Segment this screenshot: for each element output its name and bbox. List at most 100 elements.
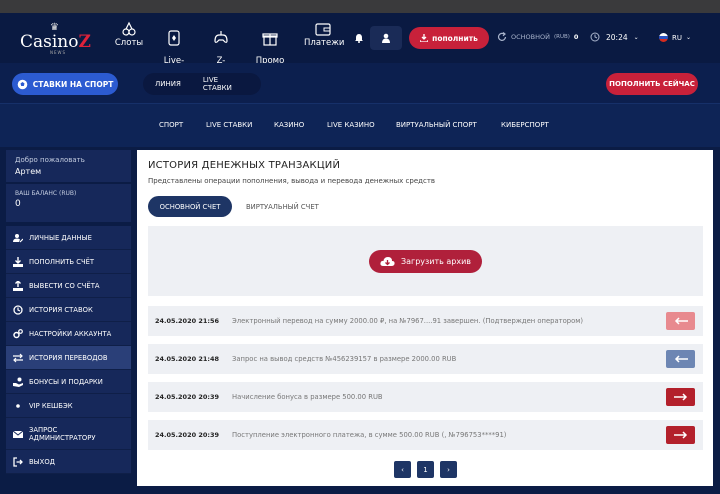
welcome-box: Добро пожаловать Артем [6,150,131,182]
hand-coins-icon [13,377,23,387]
archive-box: Загрузить архив [148,226,703,296]
bell-icon[interactable] [354,33,364,43]
arrow-left-icon [674,355,688,363]
table-row: 24.05.2020 20:39 Поступление электронног… [148,420,703,450]
transaction-direction-button[interactable] [666,388,695,406]
sidebar-balance-value: 0 [15,199,21,209]
logo-subtext: NEWS [50,50,67,55]
deposit-button-label: пополнить [432,33,478,43]
chevron-down-icon: ⌄ [686,34,692,41]
sports-betting-label: СТАВКИ НА СПОРТ [32,79,114,89]
history-icon [13,304,23,315]
gamepad-icon [214,31,228,43]
pagination-page-1[interactable]: 1 [417,461,434,478]
pagination-prev-button[interactable]: ‹ [394,461,411,478]
sidebar-item-label: ИСТОРИЯ СТАВОК [29,305,93,314]
sports-bar: СТАВКИ НА СПОРТ ЛИНИЯ LIVE СТАВКИ ПОПОЛН… [0,63,720,103]
tab-line[interactable]: ЛИНИЯ [155,80,181,88]
transaction-direction-button[interactable] [666,312,695,330]
dot-icon [13,401,23,411]
category-casino[interactable]: КАЗИНО [274,121,304,129]
transaction-direction-button[interactable] [666,350,695,368]
nav-payments-label: Платежи [304,38,345,48]
category-sport[interactable]: СПОРТ [159,121,183,129]
transaction-date: 24.05.2020 20:39 [155,431,220,439]
sidebar-item-deposit[interactable]: ПОПОЛНИТЬ СЧЁТ [6,250,131,274]
sidebar-item-transfer-history[interactable]: ИСТОРИЯ ПЕРЕВОДОВ [6,346,131,370]
download-icon [420,34,429,42]
betting-mode-tabs: ЛИНИЯ LIVE СТАВКИ [143,73,261,95]
sidebar-item-logout[interactable]: ВЫХОД [6,450,131,474]
language-selector[interactable]: RU ⌄ [659,33,691,42]
transaction-direction-button[interactable] [666,426,695,444]
live-casino-icon [168,30,180,46]
tab-virtual-account[interactable]: ВИРТУАЛЬНЫЙ СЧЕТ [246,203,319,211]
clock-time: 20:24 [606,32,628,42]
user-profile-button[interactable] [370,26,402,50]
sidebar-item-label: НАСТРОЙКИ АККАУНТА [29,329,112,338]
gears-icon [13,328,23,339]
download-icon [13,256,23,267]
account-sidebar: Добро пожаловать Артем ВАШ БАЛАНС (RUB) … [6,150,131,474]
category-live-casino[interactable]: LIVE КАЗИНО [327,121,375,129]
category-esports[interactable]: КИБЕРСПОРТ [501,121,549,129]
sidebar-item-bonuses[interactable]: БОНУСЫ И ПОДАРКИ [6,370,131,394]
logout-icon [13,456,23,467]
category-virtual-sport[interactable]: ВИРТУАЛЬНЫЙ СПОРТ [396,121,477,129]
sidebar-item-label: ПОПОЛНИТЬ СЧЁТ [29,257,95,266]
page-title: ИСТОРИЯ ДЕНЕЖНЫХ ТРАНЗАКЦИЙ [148,160,341,171]
nav-slots[interactable]: Слоты [114,21,144,48]
sidebar-item-withdraw[interactable]: ВЫВЕСТИ СО СЧЁТА [6,274,131,298]
transaction-date: 24.05.2020 20:39 [155,393,220,401]
table-row: 24.05.2020 21:56 Электронный перевод на … [148,306,703,336]
casino-z-logo[interactable]: ♛ CasinoZ NEWS [20,22,98,56]
balance-value: 0 [573,33,579,41]
gift-icon [262,33,278,46]
deposit-button[interactable]: пополнить [409,27,489,49]
load-archive-label: Загрузить архив [400,257,472,266]
table-row: 24.05.2020 20:39 Начисление бонуса в раз… [148,382,703,412]
sidebar-item-label: ВЫВЕСТИ СО СЧЁТА [29,281,100,290]
balance-currency: (RUB) [553,34,570,40]
sidebar-item-vip-cashback[interactable]: VIP КЕШБЭК [6,394,131,418]
pagination-next-button[interactable]: › [440,461,457,478]
tab-live-bets[interactable]: LIVE СТАВКИ [203,76,249,92]
site-header: ♛ CasinoZ NEWS Слоты Live- Казино Z- Gam… [0,13,720,75]
arrow-right-icon [673,393,687,401]
envelope-icon [13,429,23,439]
transaction-message: Электронный перевод на сумму 2000.00 ₽, … [232,317,584,325]
category-live-bets[interactable]: LIVE СТАВКИ [206,121,252,129]
tab-main-account[interactable]: ОСНОВНОЙ СЧЕТ [148,196,232,217]
sidebar-item-bet-history[interactable]: ИСТОРИЯ СТАВОК [6,298,131,322]
arrow-left-icon [674,317,688,325]
category-bar: СПОРТ LIVE СТАВКИ КАЗИНО LIVE КАЗИНО ВИР… [0,103,720,147]
nav-payments[interactable]: Платежи [304,21,345,48]
sports-betting-button[interactable]: СТАВКИ НА СПОРТ [12,73,118,95]
upload-icon [13,280,23,291]
sidebar-menu: ЛИЧНЫЕ ДАННЫЕ ПОПОЛНИТЬ СЧЁТ ВЫВЕСТИ СО … [6,226,131,474]
sidebar-item-admin-request[interactable]: ЗАПРОС АДМИНИСТРАТОРУ [6,418,131,450]
transaction-message: Начисление бонуса в размере 500.00 RUB [232,393,383,401]
deposit-now-button[interactable]: ПОПОЛНИТЬ СЕЙЧАС [606,73,698,95]
sidebar-balance-label: ВАШ БАЛАНС (RUB) [15,190,77,197]
cloud-download-icon [380,256,395,266]
sidebar-item-label: ЛИЧНЫЕ ДАННЫЕ [29,233,92,242]
user-name: Артем [15,167,42,176]
logo-wordmark: CasinoZ [20,32,91,52]
sidebar-item-label: ВЫХОД [29,457,55,466]
sidebar-item-account-settings[interactable]: НАСТРОЙКИ АККАУНТА [6,322,131,346]
arrow-right-icon [673,431,687,439]
header-clock[interactable]: 20:24 ⌄ [590,32,639,42]
table-row: 24.05.2020 21:48 Запрос на вывод средств… [148,344,703,374]
header-balance[interactable]: ОСНОВНОЙ (RUB) 0 [497,32,578,42]
exchange-icon [13,353,23,363]
load-archive-button[interactable]: Загрузить архив [369,250,482,273]
pagination: ‹ 1 › [394,461,457,478]
transaction-date: 24.05.2020 21:48 [155,355,220,363]
refresh-icon[interactable] [497,32,507,42]
transactions-panel: ИСТОРИЯ ДЕНЕЖНЫХ ТРАНЗАКЦИЙ Представлены… [137,150,713,486]
sidebar-item-personal-data[interactable]: ЛИЧНЫЕ ДАННЫЕ [6,226,131,250]
sidebar-item-label: ИСТОРИЯ ПЕРЕВОДОВ [29,353,108,362]
balance-account-label: ОСНОВНОЙ [511,33,550,41]
nav-slots-label: Слоты [114,38,144,48]
